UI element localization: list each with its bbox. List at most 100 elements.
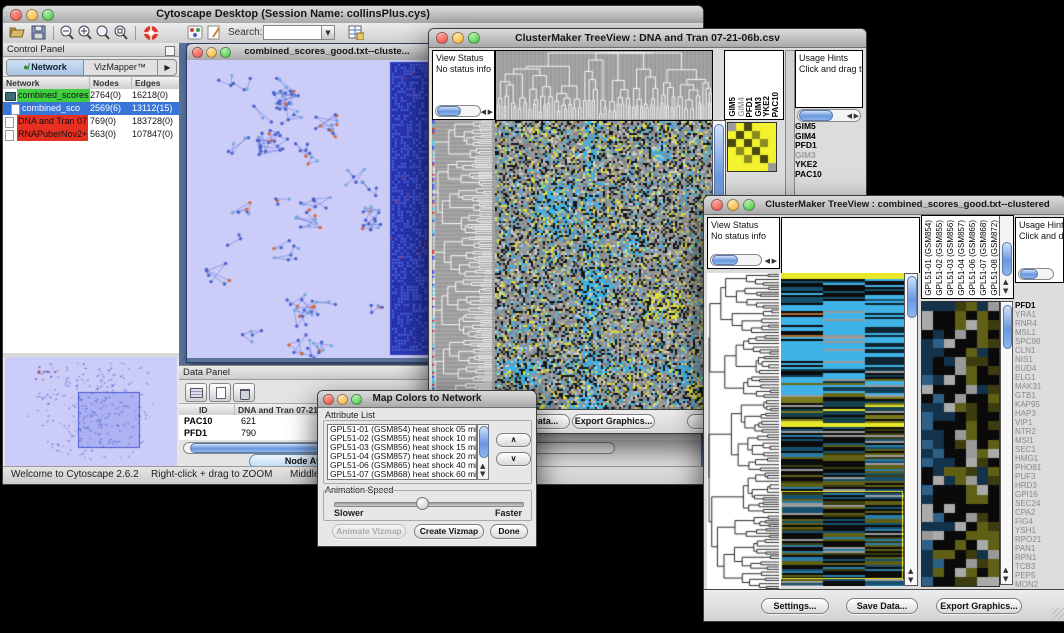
speed-slider-track[interactable] bbox=[334, 502, 524, 507]
export-graphics-button[interactable]: Export Graphics... bbox=[936, 598, 1022, 614]
tv2-column-dendrogram-area[interactable] bbox=[781, 217, 920, 273]
tv2-status-hscrollbar[interactable] bbox=[710, 254, 762, 266]
export-graphics-button[interactable]: Export Graphics... bbox=[572, 414, 655, 429]
animate-vizmap-button[interactable]: Animate Vizmap bbox=[332, 524, 406, 539]
save-data-button[interactable]: Save Data... bbox=[846, 598, 918, 614]
tv2-zoom-vscrollbar[interactable]: ▲ ▼ bbox=[1000, 301, 1013, 585]
cell-id[interactable]: PAC10 bbox=[184, 415, 212, 427]
network-name: combined_scores bbox=[17, 89, 90, 102]
create-vizmap-button[interactable]: Create Vizmap bbox=[414, 524, 484, 539]
tv1-heatmap-canvas[interactable] bbox=[495, 120, 712, 411]
cell-id[interactable]: PFD1 bbox=[184, 427, 207, 439]
gene-label: CPA2 bbox=[1015, 508, 1063, 517]
desktop: Cytoscape Desktop (Session Name: collins… bbox=[0, 0, 1064, 633]
tv1-row-dendrogram-canvas[interactable] bbox=[432, 120, 495, 410]
settings-button[interactable]: Settings... bbox=[761, 598, 829, 614]
attribute-list-item[interactable]: GPL51-07 (GSM868) heat shock 60 min bbox=[328, 470, 476, 479]
tv2-heatmap-vscrollbar[interactable]: ▲ ▼ bbox=[904, 273, 918, 586]
treeview2-titlebar[interactable]: ClusterMaker TreeView : combined_scores_… bbox=[704, 196, 1064, 215]
scroll-left-icon[interactable]: ◀ bbox=[765, 257, 770, 265]
treeview1-titlebar[interactable]: ClusterMaker TreeView : DNA and Tran 07-… bbox=[429, 29, 866, 48]
gene-label: PUF3 bbox=[1015, 472, 1063, 481]
network-row[interactable]: RNAPuberNov2+ 563(0) 107847(0) bbox=[3, 128, 179, 141]
gene-label: GPI16 bbox=[1015, 490, 1063, 499]
speed-slider-thumb[interactable] bbox=[416, 497, 429, 510]
scroll-up-icon[interactable]: ▲ bbox=[480, 462, 485, 470]
tab-vizmapper[interactable]: VizMapper™ bbox=[83, 60, 157, 75]
column-header-edges[interactable]: Edges bbox=[131, 77, 181, 89]
scroll-down-icon[interactable]: ▼ bbox=[480, 470, 485, 478]
scrollbar-thumb[interactable] bbox=[799, 110, 833, 121]
usage-hints-title: Usage Hints bbox=[1016, 218, 1063, 231]
scroll-right-icon[interactable]: ▶ bbox=[772, 257, 777, 265]
attribute-list-vscrollbar[interactable]: ▲ ▼ bbox=[477, 424, 489, 480]
network-overview-canvas[interactable] bbox=[5, 357, 177, 467]
faster-label: Faster bbox=[495, 508, 522, 518]
scrollbar-thumb[interactable] bbox=[907, 276, 917, 318]
scrollbar-thumb[interactable] bbox=[1020, 269, 1038, 279]
attribute-select-icon[interactable] bbox=[185, 383, 207, 402]
network-tab-icon: ●̸ bbox=[23, 62, 28, 72]
network-row-selected[interactable]: combined_sco 2569(6) 13112(15) bbox=[3, 102, 179, 115]
move-up-button[interactable]: ∧ bbox=[496, 433, 531, 447]
grid-glyph bbox=[190, 388, 203, 398]
search-input[interactable] bbox=[263, 25, 325, 40]
gene-label: HAP3 bbox=[1015, 409, 1063, 418]
scroll-down-icon[interactable]: ▼ bbox=[908, 576, 913, 584]
tv1-status-hscrollbar[interactable] bbox=[435, 105, 481, 117]
open-file-icon[interactable] bbox=[9, 25, 27, 45]
annotation-icon[interactable] bbox=[207, 25, 222, 45]
main-titlebar[interactable]: Cytoscape Desktop (Session Name: collins… bbox=[3, 6, 703, 24]
toolbar-separator bbox=[135, 26, 136, 40]
cell-value[interactable]: 621 bbox=[241, 415, 256, 427]
tab-network[interactable]: ●̸ Network bbox=[7, 60, 84, 75]
scrollbar-thumb[interactable] bbox=[1002, 242, 1012, 276]
network-view-canvas[interactable] bbox=[187, 60, 437, 358]
scroll-up-icon[interactable]: ▲ bbox=[1003, 566, 1008, 574]
cell-value[interactable]: 790 bbox=[241, 427, 256, 439]
scroll-left-icon[interactable]: ◀ bbox=[847, 112, 852, 120]
network-view-window: combined_scores_good.txt--cluste... bbox=[186, 43, 438, 363]
tv2-heatmap-canvas[interactable] bbox=[781, 273, 904, 586]
tabs-overflow-button[interactable]: ▶ bbox=[157, 60, 177, 75]
tv1-column-dendrogram-canvas[interactable] bbox=[495, 50, 713, 122]
document-icon bbox=[11, 104, 20, 115]
document-icon bbox=[5, 130, 14, 141]
search-dropdown-button[interactable]: ▼ bbox=[321, 25, 335, 40]
tv2-row-dendrogram-canvas[interactable] bbox=[707, 273, 781, 589]
scroll-right-icon[interactable]: ▶ bbox=[488, 108, 493, 116]
column-header-network[interactable]: Network bbox=[3, 77, 91, 89]
network-row[interactable]: DNA and Tran 07 769(0) 183728(0) bbox=[3, 115, 179, 128]
scroll-down-icon[interactable]: ▼ bbox=[1003, 287, 1008, 295]
node-count: 769(0) bbox=[90, 115, 116, 128]
move-down-button[interactable]: ∨ bbox=[496, 452, 531, 466]
network-view-titlebar[interactable]: combined_scores_good.txt--cluste... bbox=[187, 44, 437, 61]
done-button[interactable]: Done bbox=[490, 524, 528, 539]
scrollbar-thumb[interactable] bbox=[712, 255, 738, 265]
save-icon[interactable] bbox=[31, 25, 46, 45]
node-count: 563(0) bbox=[90, 128, 116, 141]
network-view-title: combined_scores_good.txt--cluste... bbox=[187, 44, 437, 60]
table-import-icon[interactable] bbox=[348, 25, 364, 45]
tv2-collabels-vscrollbar[interactable]: ▲ ▼ bbox=[999, 216, 1013, 296]
float-panel-icon[interactable] bbox=[165, 46, 175, 56]
scroll-up-icon[interactable]: ▲ bbox=[1003, 278, 1008, 286]
scroll-down-icon[interactable]: ▼ bbox=[1003, 575, 1008, 583]
scroll-up-icon[interactable]: ▲ bbox=[908, 567, 913, 575]
scroll-left-icon[interactable]: ◀ bbox=[481, 108, 486, 116]
scrollbar-thumb[interactable] bbox=[479, 426, 489, 458]
column-header-nodes[interactable]: Nodes bbox=[89, 77, 134, 89]
scrollbar-thumb[interactable] bbox=[437, 106, 461, 116]
tv2-zoom-heatmap-canvas[interactable] bbox=[921, 301, 1000, 587]
vizmap-icon[interactable] bbox=[187, 25, 203, 45]
tv1-summary-matrix-canvas[interactable] bbox=[727, 122, 777, 172]
network-row[interactable]: combined_scores 2764(0) 16218(0) bbox=[3, 89, 179, 102]
delete-attribute-icon[interactable] bbox=[233, 383, 255, 402]
resize-grip[interactable] bbox=[1052, 608, 1064, 620]
attribute-list[interactable]: GPL51-01 (GSM854) heat shock 05 minGPL51… bbox=[327, 424, 477, 480]
scrollbar-thumb[interactable] bbox=[1003, 305, 1012, 349]
tv2-hints-hscrollbar[interactable] bbox=[1018, 268, 1054, 280]
new-attribute-icon[interactable] bbox=[209, 383, 231, 402]
dialog-titlebar[interactable]: Map Colors to Network bbox=[318, 391, 536, 408]
scroll-right-icon[interactable]: ▶ bbox=[854, 112, 859, 120]
